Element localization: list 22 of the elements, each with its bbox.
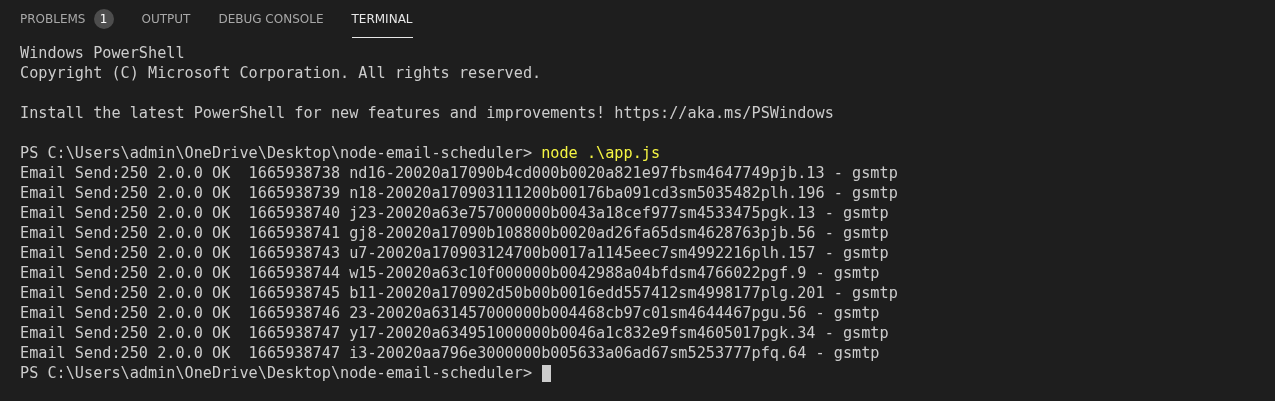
- terminal-line: Email Send:250 2.0.0 OK 1665938740 j23-20020a63e757000000b0043a18cef977sm4533475pgk.13 - gsmtp: [20, 203, 890, 223]
- terminal-line: Email Send:250 2.0.0 OK 1665938744 w15-20020a63c10f000000b0042988a04bfdsm4766022pgf.9 - gsmtp: [20, 263, 881, 283]
- shell-prompt: PS C:\Users\admin\OneDrive\Desktop\node-email-scheduler>: [20, 363, 533, 383]
- terminal-line: Copyright (C) Microsoft Corporation. All rights reserved.: [20, 63, 543, 83]
- command-text: node .\app.js: [540, 143, 661, 163]
- terminal-line: Email Send:250 2.0.0 OK 1665938747 i3-20020aa796e3000000b005633a06ad67sm5253777pfq.64 - gsmtp: [20, 343, 881, 363]
- terminal-line: Email Send:250 2.0.0 OK 1665938738 nd16-20020a17090b4cd000b0020a821e97fbsm4647749pjb.13 - gsmtp: [20, 163, 899, 183]
- panel-tab[interactable]: DEBUG CONSOLE: [218, 0, 324, 38]
- terminal-line: Email Send:250 2.0.0 OK 1665938741 gj8-20020a17090b108800b0020ad26fa65dsm4628763pjb.56 - gsmtp: [20, 223, 890, 243]
- terminal-line: Email Send:250 2.0.0 OK 1665938743 u7-20020a170903124700b0017a1145eec7sm4992216plh.157 - gsmtp: [20, 243, 890, 263]
- count-badge: 1: [93, 8, 114, 29]
- terminal-line: Email Send:250 2.0.0 OK 1665938739 n18-20020a170903111200b00176ba091cd3sm5035482plh.196 - gsmtp: [20, 183, 899, 203]
- terminal-line: Email Send:250 2.0.0 OK 1665938747 y17-20020a634951000000b0046a1c832e9fsm4605017pgk.34 - gsmtp: [20, 323, 890, 343]
- panel-tab[interactable]: PROBLEMS 1: [20, 0, 114, 38]
- shell-prompt: PS C:\Users\admin\OneDrive\Desktop\node-email-scheduler>: [20, 143, 533, 163]
- panel-tab[interactable]: TERMINAL: [351, 0, 413, 38]
- terminal-line: Email Send:250 2.0.0 OK 1665938745 b11-20020a170902d50b00b0016edd557412sm4998177plg.201 - gsmtp: [20, 283, 899, 303]
- text-cursor: [542, 364, 552, 382]
- terminal-line: Install the latest PowerShell for new features and improvements! https://aka.ms/PSWindows: [20, 103, 835, 123]
- terminal-line: Windows PowerShell: [20, 43, 186, 63]
- terminal-line: Email Send:250 2.0.0 OK 1665938746 23-20020a631457000000b004468cb97c01sm4644467pgu.56 - gsmtp: [20, 303, 881, 323]
- panel-tab[interactable]: OUTPUT: [141, 0, 191, 38]
